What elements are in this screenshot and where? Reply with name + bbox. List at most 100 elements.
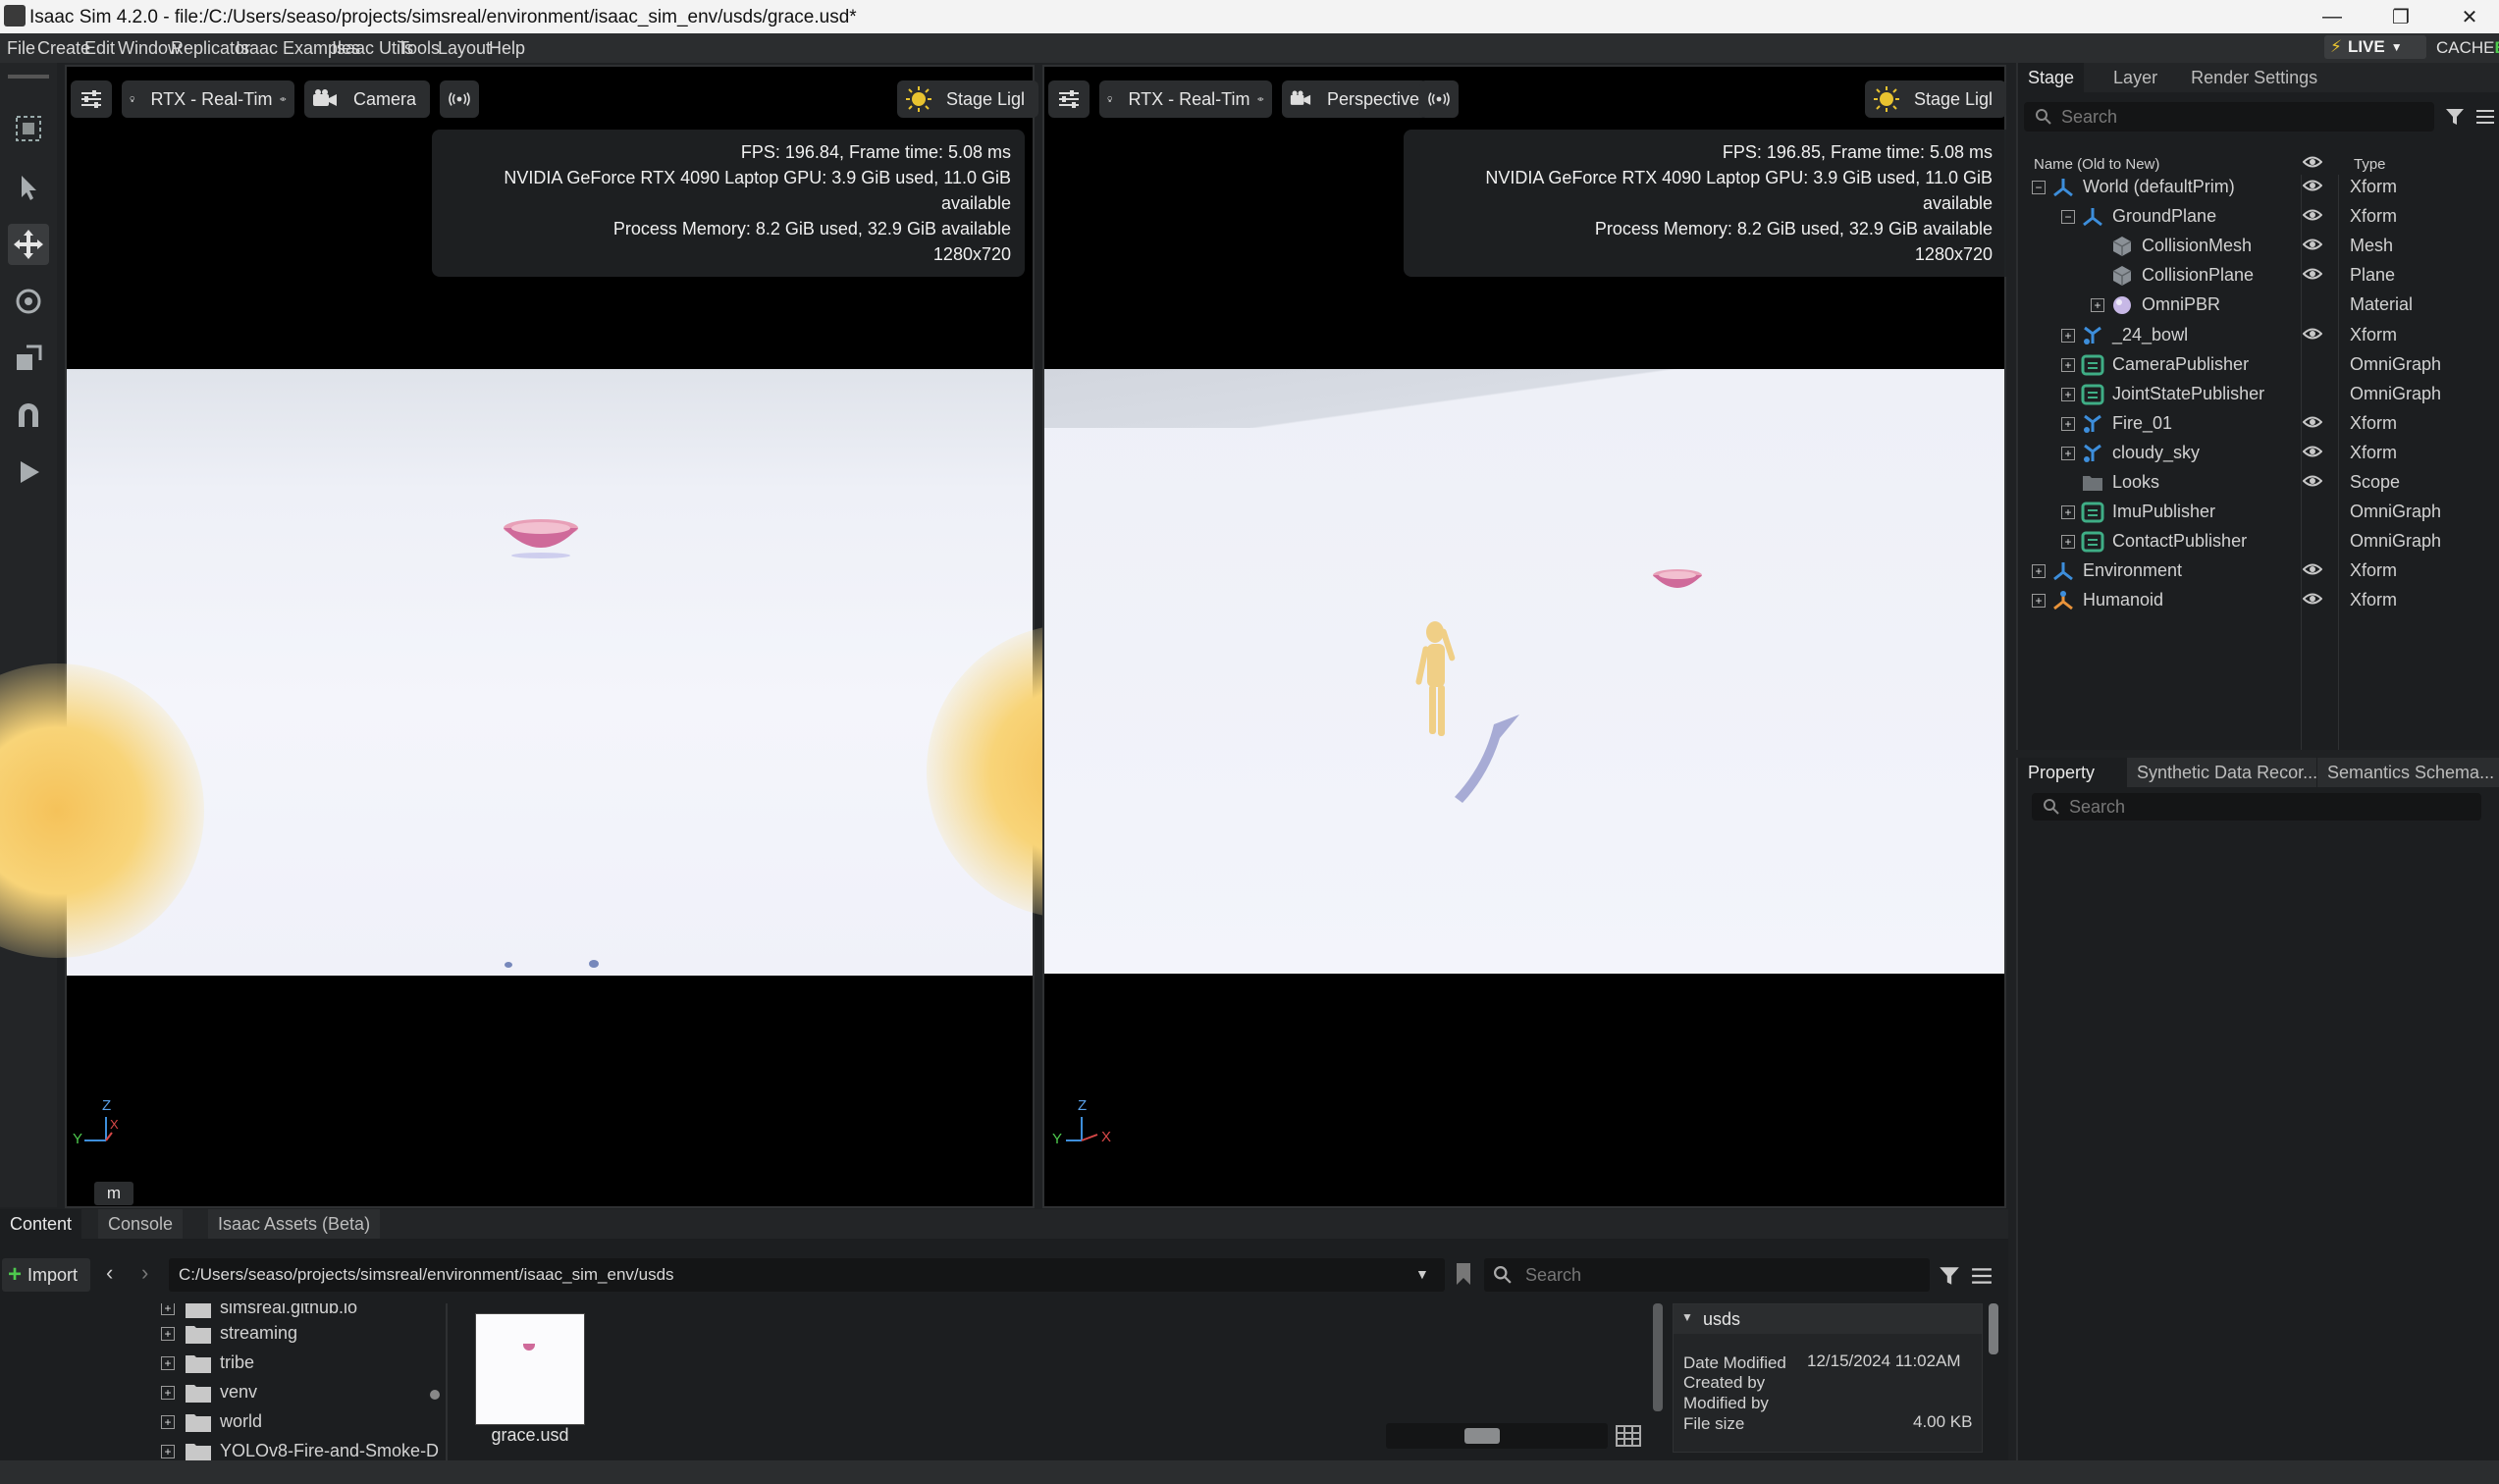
close-button[interactable]: ✕ [2440, 0, 2499, 33]
stage-tree-row-looks[interactable]: Looks Scope [0, 468, 2499, 498]
tab-synthetic-data-recorder[interactable]: Synthetic Data Recor... [2126, 758, 2317, 787]
filter-icon[interactable] [2444, 106, 2466, 128]
expand-icon[interactable]: + [161, 1356, 175, 1370]
grid-scrollbar[interactable] [1653, 1303, 1663, 1411]
menu-create[interactable]: Create [37, 38, 90, 59]
folder-item-simsreal-github-io[interactable]: + simsreal.github.io [161, 1303, 436, 1323]
stage-tree-row-collisionplane[interactable]: CollisionPlane Plane [0, 261, 2499, 291]
expand-icon[interactable]: + [161, 1327, 175, 1341]
visibility-eye-icon[interactable] [2303, 562, 2322, 576]
chevron-down-icon[interactable]: ▼ [1415, 1266, 1429, 1282]
visibility-column-eye-icon[interactable] [2303, 155, 2322, 169]
expand-icon[interactable]: + [2061, 417, 2075, 431]
expand-icon[interactable]: + [2061, 505, 2075, 519]
content-search-input[interactable]: Search [1484, 1258, 1930, 1292]
stage-tree-row-omnipbr[interactable]: + OmniPBR Material [0, 291, 2499, 320]
units-label[interactable]: m [94, 1182, 133, 1205]
stage-tree-row-jointstatepublisher[interactable]: + JointStatePublisher OmniGraph [0, 380, 2499, 409]
stage-search-input[interactable]: Search [2024, 102, 2434, 132]
menu-file[interactable]: File [7, 38, 35, 59]
tab-stage[interactable]: Stage [2018, 63, 2085, 92]
cache-status[interactable]: CACHEE [2436, 38, 2499, 58]
stage-tree-row-environment[interactable]: + Environment Xform [0, 556, 2499, 586]
scroll-indicator[interactable] [430, 1390, 440, 1400]
stage-lights-dropdown[interactable]: Stage Ligl [1865, 80, 2006, 118]
tab-semantics-schema[interactable]: Semantics Schema... [2316, 758, 2499, 787]
info-scrollbar[interactable] [1989, 1303, 1998, 1354]
file-name-label[interactable]: grace.usd [475, 1425, 585, 1446]
import-button[interactable]: + Import [2, 1258, 90, 1292]
expand-icon[interactable]: + [2032, 564, 2046, 578]
menu-layout[interactable]: Layout [438, 38, 491, 59]
stage-tree-row-collisionmesh[interactable]: CollisionMesh Mesh [0, 232, 2499, 261]
thumbnail-size-slider[interactable] [1386, 1423, 1608, 1449]
grid-view-icon[interactable] [1616, 1425, 1641, 1447]
sensor-button[interactable] [440, 80, 479, 118]
stage-tree-row-cloudy-sky[interactable]: + cloudy_sky Xform [0, 439, 2499, 468]
sensor-button[interactable] [1419, 80, 1459, 118]
render-mode-dropdown[interactable]: RTX - Real-Tim [1099, 80, 1272, 118]
tab-layer[interactable]: Layer [2103, 63, 2167, 92]
visibility-eye-icon[interactable] [2303, 208, 2322, 222]
expand-icon[interactable]: + [2061, 535, 2075, 549]
stage-tree-row-fire-01[interactable]: + Fire_01 Xform [0, 409, 2499, 439]
expand-icon[interactable]: + [2061, 358, 2075, 372]
type-column-header[interactable]: Type [2354, 156, 2386, 173]
collapse-icon[interactable]: − [2061, 210, 2075, 224]
visibility-eye-icon[interactable] [2303, 179, 2322, 192]
camera-dropdown[interactable]: Perspective [1282, 80, 1427, 118]
file-thumbnail[interactable] [475, 1313, 585, 1425]
tab-isaac-assets[interactable]: Isaac Assets (Beta) [208, 1209, 381, 1239]
chevron-down-icon[interactable]: ▼ [1681, 1310, 1693, 1324]
minimize-button[interactable]: — [2303, 0, 2362, 33]
menu-edit[interactable]: Edit [84, 38, 115, 59]
expand-icon[interactable]: + [161, 1445, 175, 1458]
visibility-eye-icon[interactable] [2303, 445, 2322, 458]
expand-icon[interactable]: + [2032, 594, 2046, 608]
stage-tree-row-imupublisher[interactable]: + ImuPublisher OmniGraph [0, 498, 2499, 527]
collapse-icon[interactable]: − [2032, 181, 2046, 194]
expand-icon[interactable]: + [161, 1303, 175, 1315]
visibility-eye-icon[interactable] [2303, 592, 2322, 606]
hamburger-menu-icon[interactable] [1971, 1266, 1993, 1286]
slider-handle[interactable] [1464, 1428, 1500, 1444]
expand-icon[interactable]: + [2061, 388, 2075, 401]
forward-arrow-icon[interactable]: › [141, 1260, 148, 1286]
expand-icon[interactable]: + [161, 1415, 175, 1429]
tab-content[interactable]: Content [0, 1209, 82, 1239]
select-mode-icon[interactable] [8, 108, 49, 149]
visibility-eye-icon[interactable] [2303, 415, 2322, 429]
viewport-settings-button[interactable] [1048, 80, 1090, 118]
menu-tools[interactable]: Tools [399, 38, 440, 59]
stage-tree-row-contactpublisher[interactable]: + ContactPublisher OmniGraph [0, 527, 2499, 556]
visibility-eye-icon[interactable] [2303, 474, 2322, 488]
folder-item-yolov8-fire-and-smoke[interactable]: + YOLOv8-Fire-and-Smoke-D [161, 1441, 439, 1460]
filter-icon[interactable] [1938, 1264, 1961, 1288]
folder-item-world[interactable]: + world [161, 1411, 436, 1437]
folder-item-venv[interactable]: + venv [161, 1382, 436, 1407]
viewport-settings-button[interactable] [71, 80, 112, 118]
camera-dropdown[interactable]: Camera [304, 80, 430, 118]
stage-tree-row-24-bowl[interactable]: + _24_bowl Xform [0, 321, 2499, 350]
live-button[interactable]: ⚡ LIVE ▼ [2324, 35, 2426, 59]
stage-tree-row-humanoid[interactable]: + Humanoid Xform [0, 586, 2499, 615]
name-column-header[interactable]: Name (Old to New) [2034, 156, 2159, 173]
tab-property[interactable]: Property [2018, 758, 2126, 787]
bookmark-icon[interactable] [1455, 1262, 1472, 1286]
stage-tree-row-groundplane[interactable]: − GroundPlane Xform [0, 202, 2499, 232]
visibility-eye-icon[interactable] [2303, 327, 2322, 341]
visibility-eye-icon[interactable] [2303, 238, 2322, 251]
expand-icon[interactable]: + [2061, 447, 2075, 460]
stage-tree-row-world[interactable]: − World (defaultPrim) Xform [0, 173, 2499, 202]
humanoid-object[interactable] [1394, 618, 1570, 815]
menu-help[interactable]: Help [489, 38, 525, 59]
visibility-eye-icon[interactable] [2303, 267, 2322, 281]
expand-icon[interactable]: + [2061, 329, 2075, 343]
tab-render-settings[interactable]: Render Settings [2181, 63, 2327, 92]
property-search-input[interactable]: Search [2032, 793, 2481, 821]
expand-icon[interactable]: + [161, 1386, 175, 1400]
stage-lights-dropdown[interactable]: Stage Ligl [897, 80, 1038, 118]
folder-item-streaming[interactable]: + streaming [161, 1323, 436, 1349]
expand-icon[interactable]: + [2091, 298, 2104, 312]
render-mode-dropdown[interactable]: RTX - Real-Tim [122, 80, 294, 118]
